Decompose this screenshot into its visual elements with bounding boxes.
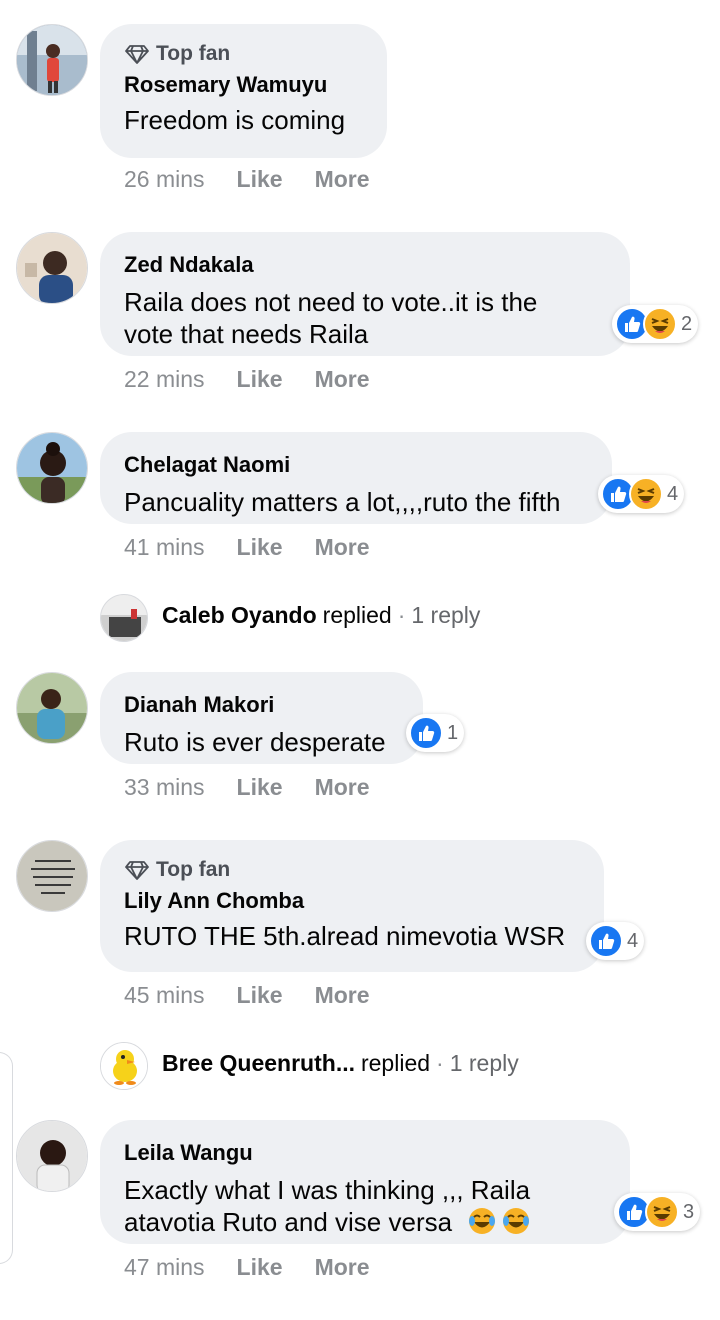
- comment-actions: 22 mins Like More: [124, 366, 402, 393]
- haha-icon: [629, 477, 663, 511]
- avatar[interactable]: [16, 672, 88, 744]
- comment-actions: 47 mins Like More: [124, 1254, 402, 1281]
- comment-text: Raila does not need to vote..it is the v…: [124, 286, 606, 350]
- diamond-icon: [125, 45, 149, 64]
- more-button[interactable]: More: [315, 1254, 370, 1281]
- separator: ·: [397, 602, 406, 628]
- commenter-name[interactable]: Zed Ndakala: [124, 250, 606, 280]
- reply-author[interactable]: Caleb Oyando: [162, 602, 317, 629]
- timestamp[interactable]: 33 mins: [124, 774, 205, 801]
- commenter-name[interactable]: Chelagat Naomi: [124, 450, 588, 480]
- like-button[interactable]: Like: [237, 166, 283, 193]
- top-fan-badge: Top fan: [124, 40, 363, 68]
- like-button[interactable]: Like: [237, 1254, 283, 1281]
- more-button[interactable]: More: [315, 534, 370, 561]
- like-button[interactable]: Like: [237, 774, 283, 801]
- avatar[interactable]: [16, 840, 88, 912]
- avatar[interactable]: [16, 24, 88, 96]
- comment-bubble: Top fan Lily Ann Chomba RUTO THE 5th.alr…: [100, 840, 604, 972]
- comment-text-line: Exactly what I was thinking ,,, Raila: [124, 1175, 531, 1205]
- comment-text-line: Pancuality matters a lot,,,,ruto the fif…: [124, 487, 561, 517]
- reply-count[interactable]: 1 reply: [450, 1050, 519, 1077]
- comment-actions: 26 mins Like More: [124, 166, 402, 193]
- replies-summary[interactable]: Bree Queenruth... replied · 1 reply: [100, 1050, 519, 1077]
- reaction-count: 4: [667, 482, 679, 505]
- commenter-name[interactable]: Dianah Makori: [124, 690, 399, 720]
- comment-text: Exactly what I was thinking ,,, Raila at…: [124, 1174, 606, 1238]
- tears-of-joy-emoji-icon: [469, 1208, 496, 1234]
- comment-text-line: Raila does not need to vote..it is the: [124, 287, 538, 317]
- comment-text-line: atavotia Ruto and vise versa: [124, 1207, 453, 1237]
- comment-bubble: Dianah Makori Ruto is ever desperate: [100, 672, 423, 764]
- more-button[interactable]: More: [315, 982, 370, 1009]
- comment-text-line: Ruto is ever desperate: [124, 727, 386, 757]
- diamond-icon: [125, 861, 149, 880]
- timestamp[interactable]: 47 mins: [124, 1254, 205, 1281]
- comment-actions: 41 mins Like More: [124, 534, 402, 561]
- comment-text-line: Freedom is coming: [124, 105, 346, 135]
- haha-icon: [643, 307, 677, 341]
- comment-bubble: Leila Wangu Exactly what I was thinking …: [100, 1120, 630, 1244]
- reactions-summary[interactable]: 4: [598, 475, 685, 513]
- more-button[interactable]: More: [315, 166, 370, 193]
- like-button[interactable]: Like: [237, 534, 283, 561]
- more-button[interactable]: More: [315, 366, 370, 393]
- reactions-summary[interactable]: 3: [614, 1193, 701, 1231]
- commenter-name[interactable]: Lily Ann Chomba: [124, 886, 580, 916]
- like-icon: [409, 716, 443, 750]
- reply-verb: replied: [360, 1050, 431, 1076]
- reactions-summary[interactable]: 4: [586, 922, 645, 960]
- comment-bubble: Zed Ndakala Raila does not need to vote.…: [100, 232, 630, 356]
- comment-bubble: Chelagat Naomi Pancuality matters a lot,…: [100, 432, 612, 524]
- tears-of-joy-emoji-icon: [503, 1208, 530, 1234]
- timestamp[interactable]: 45 mins: [124, 982, 205, 1009]
- timestamp[interactable]: 26 mins: [124, 166, 205, 193]
- side-panel-edge: [0, 1052, 13, 1264]
- badge-label: Top fan: [156, 858, 231, 881]
- like-button[interactable]: Like: [237, 982, 283, 1009]
- like-icon: [589, 924, 623, 958]
- reply-author[interactable]: Bree Queenruth...: [162, 1050, 355, 1077]
- avatar[interactable]: [16, 432, 88, 504]
- timestamp[interactable]: 22 mins: [124, 366, 205, 393]
- reactions-summary[interactable]: 2: [612, 305, 699, 343]
- reaction-count: 4: [627, 929, 639, 952]
- comment-text: RUTO THE 5th.alread nimevotia WSR: [124, 920, 580, 952]
- comment-text-line: RUTO THE 5th.alread nimevotia WSR: [124, 921, 566, 951]
- reaction-count: 2: [681, 312, 693, 335]
- avatar[interactable]: [16, 1120, 88, 1192]
- comment-text-line: vote that needs Raila: [124, 319, 369, 349]
- like-button[interactable]: Like: [237, 366, 283, 393]
- commenter-name[interactable]: Leila Wangu: [124, 1138, 606, 1168]
- haha-icon: [645, 1195, 679, 1229]
- comment-actions: 45 mins Like More: [124, 982, 402, 1009]
- reaction-count: 1: [447, 721, 459, 744]
- comment-text: Pancuality matters a lot,,,,ruto the fif…: [124, 486, 588, 518]
- reply-count[interactable]: 1 reply: [411, 602, 480, 629]
- comment-actions: 33 mins Like More: [124, 774, 402, 801]
- avatar[interactable]: [16, 232, 88, 304]
- reaction-count: 3: [683, 1200, 695, 1223]
- top-fan-badge: Top fan: [124, 856, 580, 884]
- comment-text: Freedom is coming: [124, 104, 363, 136]
- timestamp[interactable]: 41 mins: [124, 534, 205, 561]
- comment-text: Ruto is ever desperate: [124, 726, 399, 758]
- replies-summary[interactable]: Caleb Oyando replied · 1 reply: [100, 602, 480, 629]
- more-button[interactable]: More: [315, 774, 370, 801]
- badge-label: Top fan: [156, 42, 231, 65]
- reply-verb: replied: [322, 602, 392, 628]
- commenter-name[interactable]: Rosemary Wamuyu: [124, 70, 363, 100]
- comment-bubble: Top fan Rosemary Wamuyu Freedom is comin…: [100, 24, 387, 158]
- separator: ·: [436, 1050, 444, 1076]
- reactions-summary[interactable]: 1: [406, 714, 465, 752]
